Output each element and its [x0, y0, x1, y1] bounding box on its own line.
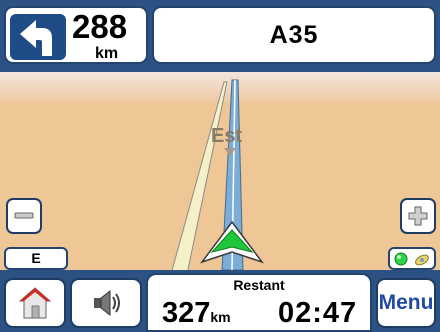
satellite-icon: [415, 254, 429, 265]
compass-direction-label: Est: [211, 125, 243, 147]
trip-remaining-panel[interactable]: Restant 327km 02:47: [146, 273, 372, 332]
home-button[interactable]: [4, 278, 66, 328]
remaining-distance-value: 327: [162, 297, 211, 329]
zoom-out-icon: [14, 212, 34, 219]
remaining-distance-unit: km: [210, 309, 231, 325]
current-road-panel[interactable]: A35: [152, 6, 436, 64]
next-turn-distance: 288: [72, 8, 128, 45]
remaining-time: 02:47: [278, 297, 358, 329]
remaining-distance: 327km: [162, 297, 231, 330]
sound-button[interactable]: [70, 278, 142, 328]
speaker-icon: [94, 289, 120, 317]
next-turn-panel[interactable]: 288 km: [4, 6, 148, 64]
turn-left-arrow-icon: [10, 14, 66, 60]
remaining-label: Restant: [233, 277, 285, 293]
home-icon: [18, 287, 52, 319]
gps-status[interactable]: [388, 247, 436, 270]
zoom-in-button[interactable]: [400, 198, 436, 234]
next-turn-unit: km: [95, 45, 119, 62]
menu-button[interactable]: Menu: [376, 278, 436, 328]
road-name: A35: [269, 20, 319, 49]
zoom-out-button[interactable]: [6, 198, 42, 234]
gps-signal-icon: [394, 252, 408, 265]
heading-indicator: E: [4, 247, 68, 270]
navigation-screen: Est 288 km A35 E Restant 327km 02:47 Men…: [0, 0, 440, 332]
zoom-in-icon: [408, 206, 428, 226]
